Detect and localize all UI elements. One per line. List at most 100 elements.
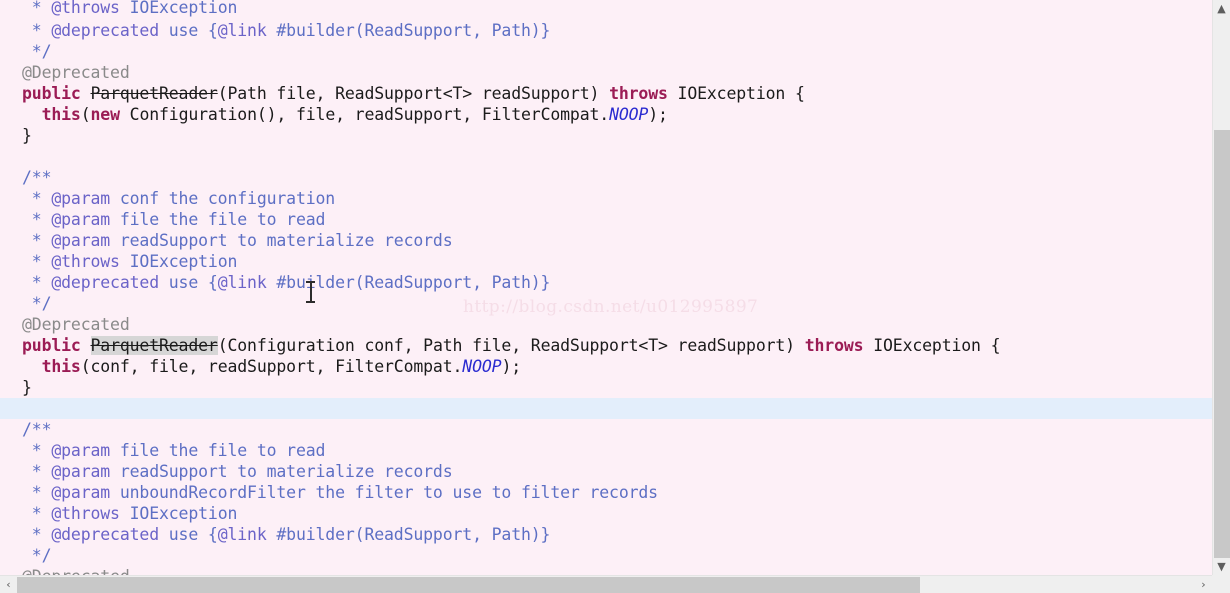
code-token: }: [22, 126, 32, 145]
code-token: @link: [217, 525, 267, 544]
code-line[interactable]: @Deprecated: [0, 566, 1212, 575]
chevron-up-glyph: ▲: [1217, 2, 1226, 15]
code-line[interactable]: * @param conf the configuration: [0, 188, 1212, 209]
code-token: @throws: [51, 504, 120, 523]
code-token: @param: [51, 441, 111, 460]
code-line[interactable]: * @throws IOException: [0, 503, 1212, 524]
scroll-right-arrow-icon[interactable]: ›: [1195, 576, 1212, 593]
code-token: ParquetReader: [90, 84, 218, 103]
code-token: *: [22, 231, 52, 250]
vertical-scrollbar-thumb[interactable]: [1214, 130, 1230, 575]
code-line[interactable]: [0, 146, 1212, 167]
code-token: public: [22, 336, 81, 355]
vertical-scrollbar[interactable]: ▲ ▼: [1212, 0, 1230, 575]
code-token: @deprecated: [51, 273, 159, 292]
code-token: IOException {: [863, 336, 1001, 355]
code-line[interactable]: */: [0, 545, 1212, 566]
code-token: *: [22, 21, 52, 40]
code-token: (: [80, 105, 91, 124]
chevron-right-glyph: ›: [1201, 578, 1206, 591]
code-text-area[interactable]: * @throws IOException * @deprecated use …: [0, 0, 1212, 575]
code-token: throws: [609, 84, 668, 103]
chevron-left-glyph: ‹: [6, 578, 11, 591]
code-token: NOOP: [462, 357, 502, 376]
code-token: }: [22, 378, 32, 397]
code-line[interactable]: }: [0, 377, 1212, 398]
code-token: @Deprecated: [22, 63, 130, 82]
code-token: this: [41, 105, 81, 124]
code-line[interactable]: }: [0, 125, 1212, 146]
code-token: (Configuration conf, Path file, ReadSupp…: [217, 336, 805, 355]
code-line[interactable]: /**: [0, 419, 1212, 440]
code-line[interactable]: @Deprecated: [0, 314, 1212, 335]
code-token: @Deprecated: [22, 567, 130, 575]
code-token: /**: [22, 168, 52, 187]
code-token: @param: [51, 231, 111, 250]
code-token: readSupport to materialize records: [110, 231, 453, 250]
code-line[interactable]: * @throws IOException: [0, 0, 1212, 20]
code-line[interactable]: * @param readSupport to materialize reco…: [0, 230, 1212, 251]
scrollbar-corner: [1212, 575, 1230, 593]
code-line[interactable]: public ParquetReader(Configuration conf,…: [0, 335, 1212, 356]
code-token: @param: [51, 210, 111, 229]
code-line[interactable]: [0, 398, 1212, 419]
code-token: new: [90, 105, 121, 124]
code-token: *: [22, 483, 52, 502]
code-token: @Deprecated: [22, 315, 130, 334]
code-token: *: [22, 0, 52, 17]
horizontal-scrollbar-thumb[interactable]: [17, 577, 920, 593]
code-line[interactable]: * @param unboundRecordFilter the filter …: [0, 482, 1212, 503]
code-line[interactable]: */: [0, 41, 1212, 62]
code-token: @link: [217, 21, 267, 40]
code-token: *: [22, 210, 52, 229]
code-token: #builder(ReadSupport, Path)}: [266, 273, 551, 292]
code-token: );: [648, 105, 668, 124]
code-token: throws: [804, 336, 864, 355]
code-token: */: [22, 294, 52, 313]
horizontal-scrollbar[interactable]: ‹ ›: [0, 575, 1230, 593]
code-token: @deprecated: [51, 525, 159, 544]
code-token: IOException: [119, 0, 238, 17]
scroll-left-arrow-icon[interactable]: ‹: [0, 576, 17, 593]
code-line[interactable]: * @param file the file to read: [0, 209, 1212, 230]
code-token: IOException {: [667, 84, 805, 103]
code-line[interactable]: * @param readSupport to materialize reco…: [0, 461, 1212, 482]
code-token: */: [22, 42, 52, 61]
chevron-down-glyph: ▼: [1217, 560, 1226, 573]
code-token: @param: [51, 462, 111, 481]
code-line[interactable]: * @throws IOException: [0, 251, 1212, 272]
code-editor[interactable]: * @throws IOException * @deprecated use …: [0, 0, 1230, 593]
code-line[interactable]: this(new Configuration(), file, readSupp…: [0, 104, 1212, 125]
code-token: use {: [158, 273, 218, 292]
code-token: @param: [51, 483, 111, 502]
code-token: use {: [158, 525, 218, 544]
code-line[interactable]: * @deprecated use {@link #builder(ReadSu…: [0, 20, 1212, 41]
code-token: *: [22, 462, 52, 481]
code-line[interactable]: /**: [0, 167, 1212, 188]
code-token: @throws: [51, 252, 120, 271]
scroll-up-arrow-icon[interactable]: ▲: [1213, 0, 1230, 17]
code-line[interactable]: * @deprecated use {@link #builder(ReadSu…: [0, 524, 1212, 545]
code-token: (conf, file, readSupport, FilterCompat.: [80, 357, 463, 376]
code-token: @throws: [51, 0, 120, 17]
code-token: @deprecated: [51, 21, 159, 40]
code-token: IOException: [119, 504, 238, 523]
code-line[interactable]: */: [0, 293, 1212, 314]
code-line[interactable]: * @param file the file to read: [0, 440, 1212, 461]
code-token: NOOP: [609, 105, 649, 124]
code-line[interactable]: * @deprecated use {@link #builder(ReadSu…: [0, 272, 1212, 293]
code-token: this: [41, 357, 81, 376]
code-token: public: [22, 84, 81, 103]
code-token: *: [22, 252, 52, 271]
code-line[interactable]: public ParquetReader(Path file, ReadSupp…: [0, 83, 1212, 104]
code-token: #builder(ReadSupport, Path)}: [266, 525, 551, 544]
code-token: readSupport to materialize records: [110, 462, 453, 481]
code-token: *: [22, 504, 52, 523]
code-line[interactable]: @Deprecated: [0, 62, 1212, 83]
scroll-down-arrow-icon[interactable]: ▼: [1213, 558, 1230, 575]
code-token: @link: [217, 273, 267, 292]
code-line[interactable]: this(conf, file, readSupport, FilterComp…: [0, 356, 1212, 377]
